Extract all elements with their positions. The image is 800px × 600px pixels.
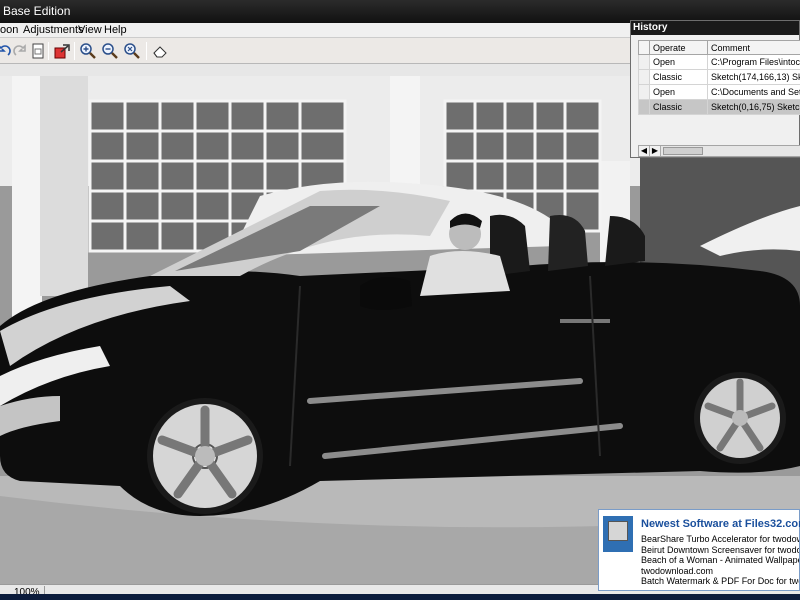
row-selector[interactable] <box>638 54 650 70</box>
history-operate: Open <box>649 54 708 70</box>
column-header-comment[interactable]: Comment <box>707 40 800 55</box>
canvas-top-strip <box>0 64 640 76</box>
files32-logo-icon <box>603 516 633 552</box>
eraser-button[interactable] <box>150 41 170 61</box>
history-operate: Classic <box>649 69 708 85</box>
window-title: Base Edition <box>3 4 71 18</box>
menu-bar: oon Adjustments View Help <box>0 23 640 38</box>
toolbar-separator <box>146 42 147 60</box>
history-row-selected[interactable]: Classic Sketch(0,16,75) Sketch T <box>638 99 800 115</box>
menu-adjustments[interactable]: Adjustments <box>23 24 84 36</box>
page-setup-button[interactable] <box>28 41 48 61</box>
zoom-out-icon <box>102 43 118 59</box>
effect-icon <box>54 44 70 59</box>
toolbar-separator <box>48 42 49 60</box>
scroll-thumb[interactable] <box>663 147 703 155</box>
column-header-operate[interactable]: Operate <box>649 40 708 55</box>
history-operate: Classic <box>649 99 708 115</box>
menu-cartoon[interactable]: oon <box>0 24 18 36</box>
zoom-in-button[interactable] <box>78 41 98 61</box>
history-row[interactable]: Open C:\Program Files\intocarto <box>638 54 800 70</box>
redo-icon <box>13 44 26 56</box>
zoom-in-icon <box>80 43 96 59</box>
row-selector[interactable] <box>638 99 650 115</box>
redo-button[interactable] <box>10 41 30 61</box>
files32-link[interactable]: Beach of a Woman - Animated Wallpaper f <box>641 555 799 566</box>
zoom-actual-icon <box>124 43 140 59</box>
row-selector-header <box>638 40 650 55</box>
files32-link[interactable]: Batch Watermark & PDF For Doc for twodow <box>641 576 799 587</box>
history-row[interactable]: Open C:\Documents and Settings <box>638 84 800 100</box>
history-title: History <box>631 21 799 35</box>
toolbar <box>0 38 640 64</box>
files32-link[interactable]: BearShare Turbo Accelerator for twodow <box>641 534 799 545</box>
scroll-left-button[interactable]: ◀ <box>639 146 650 156</box>
history-header-row: Operate Comment <box>638 40 800 55</box>
toolbar-separator <box>74 42 75 60</box>
history-comment: Sketch(0,16,75) Sketch T <box>707 99 800 115</box>
zoom-out-button[interactable] <box>100 41 120 61</box>
history-comment: C:\Documents and Settings <box>707 84 800 100</box>
files32-popup[interactable]: Newest Software at Files32.com BearShare… <box>598 509 800 591</box>
history-comment: Sketch(174,166,13) Sketch <box>707 69 800 85</box>
row-selector[interactable] <box>638 84 650 100</box>
eraser-icon <box>153 46 167 58</box>
row-selector[interactable] <box>638 69 650 85</box>
history-operate: Open <box>649 84 708 100</box>
files32-heading[interactable]: Newest Software at Files32.com <box>641 518 800 530</box>
page-icon <box>32 43 44 59</box>
scroll-right-button[interactable]: ▶ <box>650 146 661 156</box>
files32-link[interactable]: Beirut Downtown Screensaver for twodow <box>641 545 799 556</box>
taskbar-strip <box>0 594 800 600</box>
menu-view[interactable]: View <box>78 24 102 36</box>
history-table: Operate Comment Open C:\Program Files\in… <box>638 40 800 115</box>
menu-help[interactable]: Help <box>104 24 127 36</box>
files32-link[interactable]: twodownload.com <box>641 566 799 577</box>
history-panel: History Operate Comment Open C:\Program … <box>630 20 800 158</box>
history-comment: C:\Program Files\intocarto <box>707 54 800 70</box>
files32-list: BearShare Turbo Accelerator for twodow B… <box>641 534 799 587</box>
zoom-actual-button[interactable] <box>122 41 142 61</box>
history-horizontal-scrollbar[interactable]: ◀ ▶ <box>638 145 800 157</box>
effect-button[interactable] <box>52 41 72 61</box>
history-row[interactable]: Classic Sketch(174,166,13) Sketch <box>638 69 800 85</box>
